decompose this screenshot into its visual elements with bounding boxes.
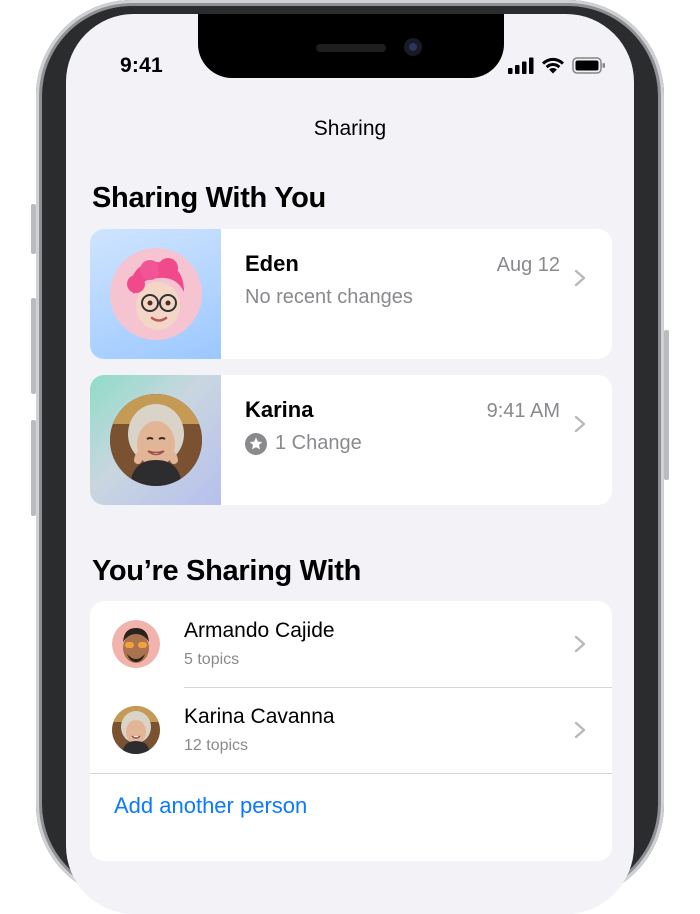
eden-avatar bbox=[110, 248, 202, 340]
sharer-name: Eden bbox=[245, 251, 299, 276]
chevron-right-icon bbox=[574, 721, 586, 739]
wifi-icon bbox=[542, 57, 564, 74]
status-time: 9:41 bbox=[120, 54, 163, 77]
star-badge-icon bbox=[245, 432, 267, 455]
speaker-grille bbox=[316, 44, 386, 52]
cellular-signal-icon bbox=[508, 57, 534, 74]
sharer-date: 9:41 AM bbox=[486, 400, 560, 422]
chevron-right-icon bbox=[574, 269, 586, 287]
front-camera bbox=[404, 38, 422, 56]
phone-screen: 9:41 Sharing Sharing With You Eden No re… bbox=[66, 14, 634, 914]
notch bbox=[198, 14, 504, 78]
sharer-date: Aug 12 bbox=[496, 254, 560, 276]
volume-down-button bbox=[31, 420, 36, 516]
status-icons bbox=[508, 57, 606, 74]
action-button bbox=[31, 204, 36, 254]
karina-avatar bbox=[110, 394, 202, 486]
karina-cavanna-avatar bbox=[112, 706, 160, 754]
shared-card-eden[interactable]: Eden No recent changes Aug 12 bbox=[90, 229, 612, 359]
shared-card-karina[interactable]: Karina 1 Change 9:41 AM bbox=[90, 375, 612, 505]
row-divider bbox=[90, 773, 612, 774]
sharer-name: Karina bbox=[245, 397, 314, 422]
volume-up-button bbox=[31, 298, 36, 394]
battery-icon bbox=[572, 57, 605, 74]
list-item-karina-cavanna[interactable]: Karina Cavanna 12 topics bbox=[90, 687, 612, 773]
topic-count: 12 topics bbox=[184, 737, 249, 754]
topic-count: 5 topics bbox=[184, 651, 240, 668]
sharer-status: No recent changes bbox=[245, 286, 413, 308]
person-name: Armando Cajide bbox=[184, 619, 335, 642]
section-heading-youre-sharing-with: You’re Sharing With bbox=[92, 555, 362, 587]
list-item-armando[interactable]: Armando Cajide 5 topics bbox=[90, 601, 612, 687]
sharing-list: Armando Cajide 5 topics Karina Cavanna 1… bbox=[90, 601, 612, 861]
add-person-button[interactable]: Add another person bbox=[114, 793, 307, 819]
chevron-right-icon bbox=[574, 635, 586, 653]
section-heading-sharing-with-you: Sharing With You bbox=[92, 182, 326, 214]
sharer-status: 1 Change bbox=[245, 432, 362, 455]
armando-avatar bbox=[112, 620, 160, 668]
nav-title: Sharing bbox=[313, 117, 387, 140]
person-name: Karina Cavanna bbox=[184, 705, 335, 728]
power-button bbox=[664, 330, 669, 480]
chevron-right-icon bbox=[574, 415, 586, 433]
